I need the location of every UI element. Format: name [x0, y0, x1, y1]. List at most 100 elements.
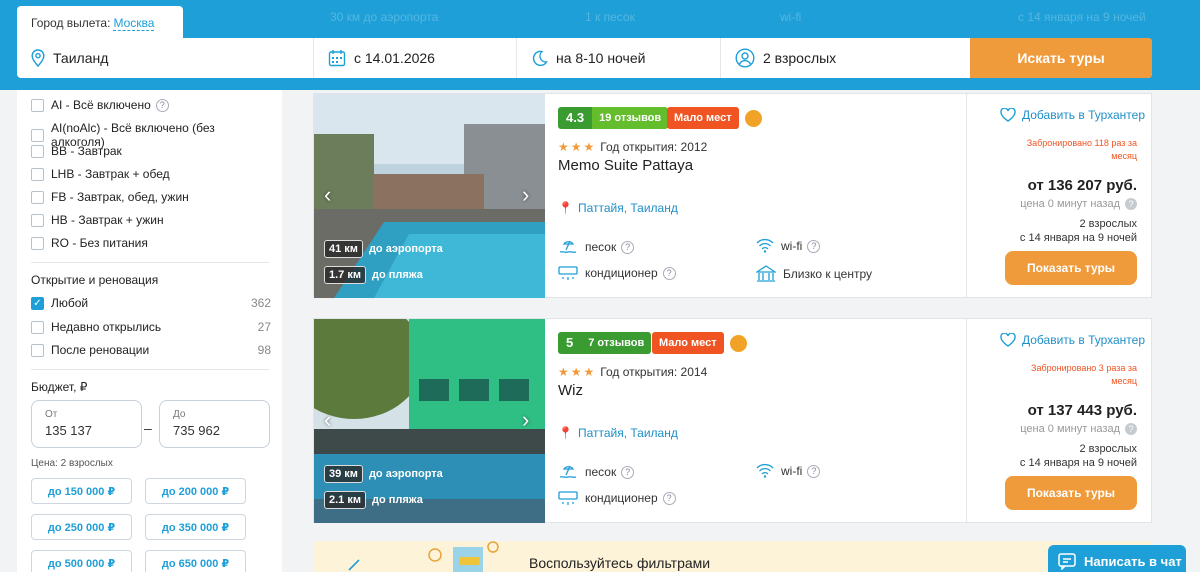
beach-icon — [559, 240, 577, 253]
favorites-label: Добавить в Турхантер — [1022, 108, 1146, 122]
location-pin-icon: 📍 — [558, 201, 573, 215]
heart-icon — [1000, 333, 1016, 347]
help-icon[interactable]: ? — [621, 465, 635, 479]
beach-km: 1.7 км — [324, 266, 366, 284]
help-icon[interactable]: ? — [662, 491, 676, 505]
departure-city-tab: Город вылета: Москва — [17, 6, 183, 42]
opening-filter-any[interactable]: ✓ Любой 362 — [31, 296, 271, 310]
checkbox[interactable] — [31, 167, 44, 181]
date-value: с 14.01.2026 — [354, 50, 435, 66]
photo-prev-arrow[interactable]: ‹ — [324, 182, 331, 208]
destination-field[interactable]: Таиланд — [17, 38, 314, 78]
filter-count: 98 — [257, 343, 271, 357]
heart-icon — [1000, 108, 1016, 122]
budget-from-input[interactable]: От 135 137 — [31, 400, 142, 448]
checkbox-checked[interactable]: ✓ — [31, 296, 44, 310]
building-icon — [756, 265, 776, 282]
search-header: 30 км до аэропорта 1 к песок wi-fi с 14 … — [0, 0, 1200, 90]
opening-year: Год открытия: 2012 — [600, 140, 708, 154]
hotel-location[interactable]: 📍 Паттайя, Таиланд — [558, 201, 678, 215]
opening-year: Год открытия: 2014 — [600, 365, 708, 379]
budget-title: Бюджет, ₽ — [31, 380, 88, 394]
stars-row: ★ ★ ★ Год открытия: 2012 — [558, 140, 707, 154]
price-age: цена 0 минут назад? — [1020, 423, 1137, 435]
price-note: Цена: 2 взрослых — [31, 458, 113, 469]
help-icon[interactable]: ? — [155, 98, 169, 112]
price-chip[interactable]: до 500 000 ₽ — [31, 550, 132, 572]
price-chip[interactable]: до 650 000 ₽ — [145, 550, 246, 572]
tour-price: от 136 207 руб. — [1027, 177, 1137, 194]
rating-badge[interactable]: 4.3 19 отзывов — [558, 107, 669, 129]
destination-value: Таиланд — [53, 50, 109, 66]
hotel-name[interactable]: Memo Suite Pattaya — [558, 157, 693, 174]
opening-filter-new[interactable]: Недавно открылись 27 — [31, 320, 271, 334]
help-icon[interactable]: ? — [1125, 423, 1137, 435]
show-tours-button[interactable]: Показать туры — [1005, 251, 1137, 285]
hotel-photo[interactable]: ‹ › 41 км до аэропорта 1.7 км до пляжа — [314, 94, 545, 298]
photo-next-arrow[interactable]: › — [522, 407, 529, 433]
help-icon[interactable]: ? — [1125, 198, 1137, 210]
filters-promo: Воспользуйтесь фильтрами — [313, 541, 1152, 572]
departure-city-link[interactable]: Москва — [113, 16, 155, 31]
price-chip[interactable]: до 150 000 ₽ — [31, 478, 132, 504]
checkbox[interactable] — [31, 213, 44, 227]
amenity-label: кондиционер — [585, 266, 658, 280]
checkbox[interactable] — [31, 144, 44, 158]
guests-count: 2 взрослых — [1079, 218, 1138, 230]
meal-filter-hb[interactable]: HB - Завтрак + ужин — [31, 213, 271, 227]
date-field[interactable]: с 14.01.2026 — [314, 38, 517, 78]
help-icon[interactable]: ? — [807, 464, 821, 478]
price-chip[interactable]: до 350 000 ₽ — [145, 514, 246, 540]
airport-label: до аэропорта — [368, 468, 443, 480]
checkbox[interactable] — [31, 128, 44, 142]
hotel-name[interactable]: Wiz — [558, 382, 583, 399]
filter-count: 27 — [257, 320, 271, 334]
ghost-text: с 14 января на 9 ночей — [1018, 10, 1146, 24]
travellers-field[interactable]: 2 взрослых — [721, 38, 969, 78]
checkbox[interactable] — [31, 190, 44, 204]
meal-filter-bb[interactable]: BB - Завтрак — [31, 144, 271, 158]
meal-filter-fb[interactable]: FB - Завтрак, обед, ужин — [31, 190, 271, 204]
ghost-text: wi-fi — [780, 10, 802, 24]
departure-label: Город вылета: — [31, 16, 111, 30]
meal-filter-ai[interactable]: AI - Всё включено? — [31, 98, 271, 112]
amenity-ac: кондиционер? — [558, 490, 676, 506]
filter-count: 362 — [250, 296, 271, 310]
amenity-wifi: wi-fi? — [756, 463, 821, 479]
chat-button[interactable]: Написать в чат — [1048, 545, 1186, 572]
amenity-sand: песок? — [558, 463, 635, 481]
guests-info: 2 взрослых с 14 января на 9 ночей — [1020, 217, 1137, 245]
rating-score: 5 — [558, 332, 582, 354]
meal-filter-ro[interactable]: RO - Без питания — [31, 236, 271, 250]
price-age-text: цена 0 минут назад — [1020, 423, 1120, 435]
checkbox[interactable] — [31, 236, 44, 250]
search-tours-button[interactable]: Искать туры — [970, 38, 1152, 78]
beach-label: до пляжа — [372, 269, 423, 281]
checkbox[interactable] — [31, 320, 44, 334]
checkbox[interactable] — [31, 343, 44, 357]
opening-title: Открытие и реновация — [31, 273, 159, 287]
nights-value: на 8-10 ночей — [556, 50, 646, 66]
meal-filter-lhb[interactable]: LHB - Завтрак + обед — [31, 167, 271, 181]
travellers-value: 2 взрослых — [763, 50, 837, 66]
help-icon[interactable]: ? — [807, 239, 821, 253]
rating-badge[interactable]: 57 отзывов — [558, 332, 652, 354]
help-icon[interactable]: ? — [621, 240, 635, 254]
opening-filter-renovated[interactable]: После реновации 98 — [31, 343, 271, 357]
help-icon[interactable]: ? — [662, 266, 676, 280]
nights-field[interactable]: на 8-10 ночей — [517, 38, 721, 78]
hotel-photo[interactable]: ‹ › 39 км до аэропорта 2.1 км до пляжа — [314, 319, 545, 523]
price-chip[interactable]: до 200 000 ₽ — [145, 478, 246, 504]
beach-km: 2.1 км — [324, 491, 366, 509]
price-chip[interactable]: до 250 000 ₽ — [31, 514, 132, 540]
checkbox[interactable] — [31, 98, 44, 112]
price-age: цена 0 минут назад? — [1020, 198, 1137, 210]
add-to-favorites[interactable]: Добавить в Турхантер — [1000, 333, 1145, 347]
photo-next-arrow[interactable]: › — [522, 182, 529, 208]
add-to-favorites[interactable]: Добавить в Турхантер — [1000, 108, 1145, 122]
budget-from-value: 135 137 — [45, 423, 92, 438]
hotel-location[interactable]: 📍 Паттайя, Таиланд — [558, 426, 678, 440]
budget-to-input[interactable]: До 735 962 — [159, 400, 270, 448]
photo-prev-arrow[interactable]: ‹ — [324, 407, 331, 433]
show-tours-button[interactable]: Показать туры — [1005, 476, 1137, 510]
